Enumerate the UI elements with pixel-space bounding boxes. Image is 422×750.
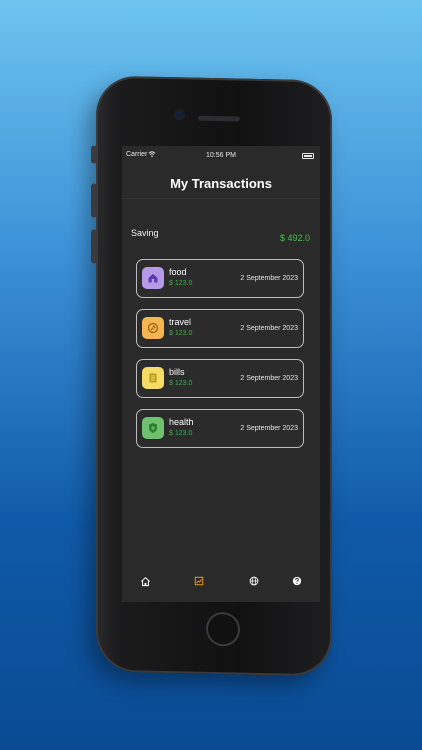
health-icon-box (142, 417, 164, 439)
travel-icon (147, 322, 159, 334)
bottom-tab-bar (122, 570, 320, 594)
front-camera (176, 111, 183, 119)
tab-home[interactable] (138, 574, 152, 588)
status-bar: Carrier 10:56 PM (122, 149, 320, 161)
globe-icon (249, 576, 259, 586)
page-title: My Transactions (170, 176, 272, 191)
home-icon (148, 273, 158, 283)
home-icon (140, 576, 150, 586)
transaction-date: 2 September 2023 (240, 375, 298, 382)
bills-icon-box (142, 367, 164, 389)
transaction-amount: $ 123.0 (169, 430, 193, 437)
transaction-item-bills[interactable]: bills $ 123.0 2 September 2023 (136, 359, 304, 398)
bills-icon (149, 373, 157, 383)
battery-icon (302, 153, 314, 159)
travel-icon-box (142, 317, 164, 339)
transaction-name: travel (169, 317, 192, 327)
transaction-amount: $ 123.0 (169, 330, 193, 337)
header-divider (122, 198, 320, 199)
transaction-date: 2 September 2023 (240, 325, 298, 332)
transaction-amount: $ 123.0 (169, 280, 193, 287)
transaction-name: bills (169, 367, 185, 377)
transaction-item-health[interactable]: health $ 123.0 2 September 2023 (136, 409, 304, 448)
transaction-name: health (169, 417, 194, 427)
transaction-list: food $ 123.0 2 September 2023 travel $ 1… (136, 259, 304, 459)
saving-value: $ 492.0 (279, 233, 310, 243)
shield-icon (149, 423, 157, 433)
app-screen: Carrier 10:56 PM My Transactions Saving … (122, 146, 320, 602)
transaction-amount: $ 123.0 (169, 380, 193, 387)
tab-explore[interactable] (247, 574, 261, 588)
status-time: 10:56 PM (206, 152, 236, 159)
transaction-date: 2 September 2023 (240, 425, 298, 432)
home-button[interactable] (206, 611, 240, 647)
transaction-date: 2 September 2023 (240, 275, 298, 282)
transaction-name: food (169, 267, 187, 277)
transaction-item-food[interactable]: food $ 123.0 2 September 2023 (136, 259, 304, 298)
chart-icon (194, 576, 204, 586)
transaction-item-travel[interactable]: travel $ 123.0 2 September 2023 (136, 309, 304, 348)
volume-up-button (91, 183, 97, 218)
food-icon-box (142, 267, 164, 289)
saving-label: Saving (131, 228, 159, 238)
mute-switch (91, 145, 97, 164)
volume-down-button (91, 229, 97, 264)
tab-transactions[interactable] (192, 574, 206, 588)
help-icon (292, 576, 302, 586)
tab-help[interactable] (290, 574, 304, 588)
earpiece-speaker (198, 115, 240, 122)
